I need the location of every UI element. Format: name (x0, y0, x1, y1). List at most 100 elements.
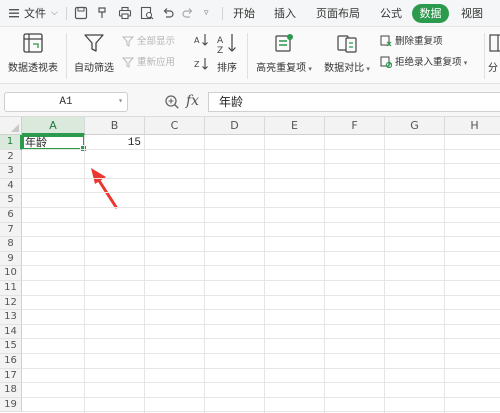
menu-divider (66, 7, 67, 20)
grid-row-line (22, 367, 500, 369)
grid-column-line (264, 135, 265, 413)
row-header-3[interactable]: 3 (0, 164, 22, 179)
row-header-17[interactable]: 17 (0, 368, 22, 384)
row-header-8[interactable]: 8 (0, 237, 22, 252)
grid-row-line (22, 382, 500, 384)
quick-access-dropdown-icon[interactable]: ▿ (204, 0, 209, 27)
formula-input[interactable]: 年龄 (208, 92, 500, 112)
grid-column-line (144, 135, 145, 413)
menu-divider (222, 7, 223, 20)
reapply-filter-icon (122, 57, 134, 68)
save-icon[interactable] (74, 6, 88, 20)
grid-row-line (22, 192, 500, 194)
tab-data[interactable]: 数据 (412, 4, 449, 23)
row-header-18[interactable]: 18 (0, 383, 22, 398)
highlight-duplicates-label: 高亮重复项 ▾ (256, 63, 312, 74)
grid-row-line (22, 207, 500, 208)
redo-icon[interactable] (181, 6, 195, 20)
tab-formulas[interactable]: 公式 (380, 0, 402, 27)
tab-home[interactable]: 开始 (233, 0, 255, 27)
undo-icon[interactable] (161, 6, 175, 20)
format-painter-icon[interactable] (96, 6, 110, 20)
sort-label: 排序 (217, 63, 237, 74)
tab-page-layout[interactable]: 页面布局 (316, 0, 360, 27)
ribbon-divider (484, 33, 485, 79)
grid-row-line (22, 250, 500, 252)
annotation-arrow (91, 168, 118, 209)
cell-a1[interactable]: 年龄 (25, 136, 47, 150)
row-header-19[interactable]: 19 (0, 397, 22, 413)
tab-view[interactable]: 视图 (461, 0, 483, 27)
ribbon-divider (66, 33, 67, 79)
remove-duplicates-icon (380, 35, 392, 47)
svg-text:Z: Z (217, 46, 223, 54)
name-box[interactable]: A1 ▾ (4, 92, 128, 112)
insert-function-button[interactable]: fx (186, 93, 199, 109)
row-header-4[interactable]: 4 (0, 178, 22, 194)
row-header-10[interactable]: 10 (0, 266, 22, 281)
grid-row-line (22, 323, 500, 325)
split-button-partial[interactable]: 分 (488, 32, 500, 74)
row-header-16[interactable]: 16 (0, 354, 22, 369)
formula-bar: A1 ▾ fx 年龄 (0, 84, 500, 117)
file-menu[interactable]: 文件 (24, 0, 46, 27)
hamburger-menu-icon[interactable] (8, 7, 22, 21)
row-header-12[interactable]: 12 (0, 295, 22, 311)
row-header-5[interactable]: 5 (0, 193, 22, 208)
show-all-label: 全部显示 (137, 36, 176, 47)
row-header-2[interactable]: 2 (0, 149, 22, 165)
grid-row-line (22, 353, 500, 354)
column-header-e[interactable]: E (265, 117, 325, 135)
grid-column-line (204, 135, 205, 413)
column-header-a[interactable]: A (22, 117, 85, 135)
column-header-b[interactable]: B (85, 117, 145, 135)
column-header-d[interactable]: D (205, 117, 265, 135)
print-preview-icon[interactable] (140, 6, 154, 20)
grid-row-line (22, 294, 500, 296)
sort-icon: AZ (217, 34, 236, 54)
highlight-duplicates-icon (275, 34, 293, 52)
column-header-c[interactable]: C (145, 117, 205, 135)
grid-column-line (324, 135, 325, 413)
auto-filter-button[interactable]: 自动筛选 (72, 32, 116, 74)
chevron-down-icon[interactable]: ⌵ (51, 0, 58, 27)
grid-column-line (444, 135, 445, 413)
reapply-label: 重新应用 (137, 57, 176, 68)
compare-data-label: 数据对比 ▾ (324, 63, 370, 74)
row-header-7[interactable]: 7 (0, 222, 22, 238)
tab-insert[interactable]: 插入 (274, 0, 296, 27)
select-all-corner[interactable] (0, 117, 22, 135)
compare-data-button[interactable]: 数据对比 ▾ (320, 32, 374, 74)
row-header-9[interactable]: 9 (0, 251, 22, 267)
sort-descending-icon[interactable]: Z (194, 57, 208, 71)
grid-row-line (22, 280, 500, 281)
row-header-11[interactable]: 11 (0, 281, 22, 296)
row-header-6[interactable]: 6 (0, 208, 22, 223)
row-header-14[interactable]: 14 (0, 324, 22, 340)
print-icon[interactable] (118, 6, 132, 20)
split-columns-icon (489, 34, 500, 52)
zoom-formula-icon[interactable] (164, 94, 180, 110)
name-box-dropdown-icon[interactable]: ▾ (118, 93, 123, 111)
sort-button[interactable]: AZ 排序 (212, 32, 242, 74)
grid-row-line (22, 309, 500, 311)
reject-duplicate-entry-icon (380, 56, 392, 68)
row-header-13[interactable]: 13 (0, 310, 22, 325)
spreadsheet-grid[interactable]: A B C D E F G H 1 2 3 4 5 6 7 8 9 10 11 12 13 14 15 16 17 18 19 年龄 1… (0, 117, 500, 413)
name-box-value: A1 (59, 96, 73, 108)
split-label: 分 (488, 63, 498, 74)
svg-text:A: A (194, 36, 200, 45)
column-header-f[interactable]: F (325, 117, 385, 135)
filter-funnel-icon (84, 34, 104, 52)
pivot-table-button[interactable]: 数据透视表 (6, 32, 60, 74)
sort-ascending-icon[interactable]: A (194, 33, 208, 47)
ribbon-divider (247, 33, 248, 79)
row-header-1[interactable]: 1 (0, 135, 22, 150)
row-header-15[interactable]: 15 (0, 339, 22, 354)
highlight-duplicates-button[interactable]: 高亮重复项 ▾ (254, 32, 314, 74)
grid-row-line (22, 221, 500, 223)
column-header-h[interactable]: H (445, 117, 500, 135)
ribbon-data-tab: 数据透视表 自动筛选 全部显示 重新应用 A Z AZ 排序 高亮重复项 ▾ 数… (0, 27, 500, 84)
cell-b1[interactable]: 15 (85, 136, 141, 150)
column-header-g[interactable]: G (385, 117, 445, 135)
